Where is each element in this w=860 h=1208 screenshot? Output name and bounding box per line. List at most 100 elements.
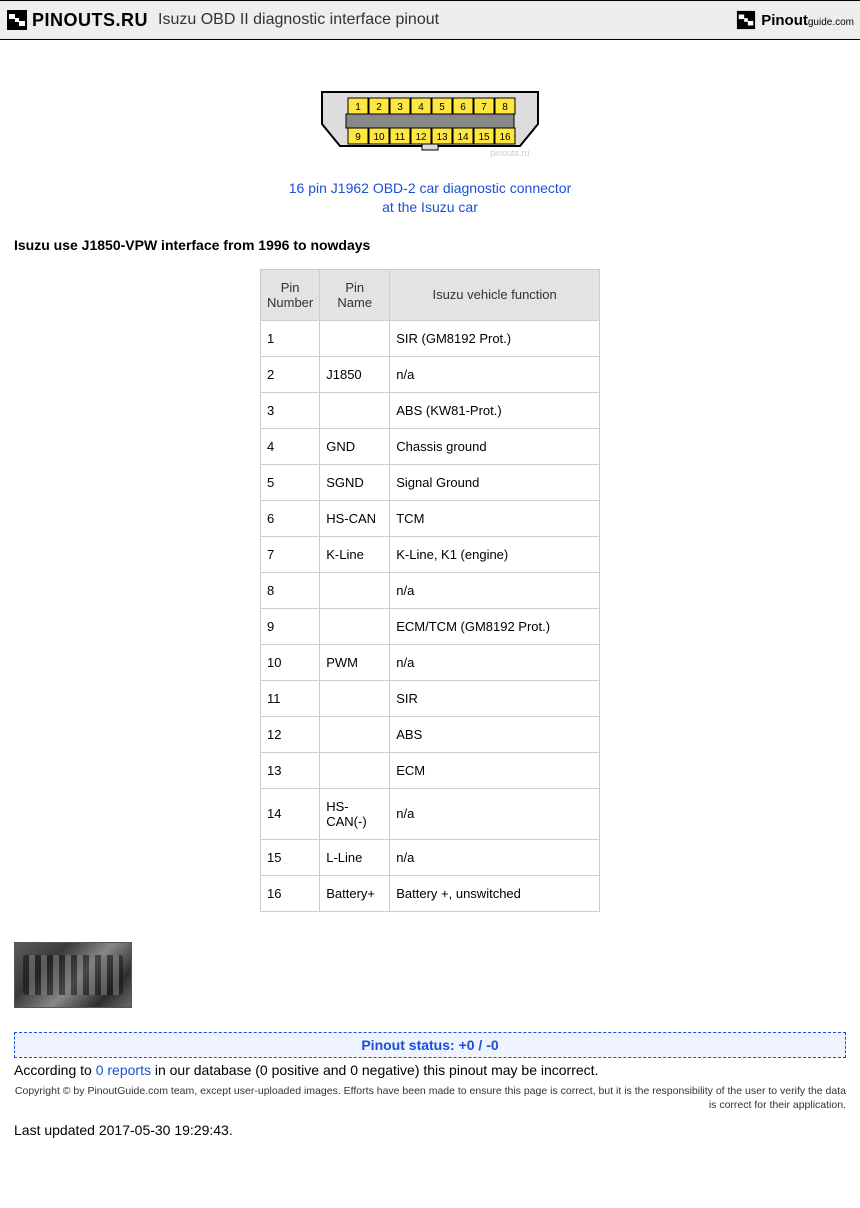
table-cell: [320, 716, 390, 752]
caption-line1: 16 pin J1962 OBD-2 car diagnostic connec…: [289, 180, 572, 196]
reports-link[interactable]: 0 reports: [96, 1062, 151, 1078]
table-row: 8 n/a: [261, 572, 600, 608]
table-row: 9 ECM/TCM (GM8192 Prot.): [261, 608, 600, 644]
table-header: Pin Name: [320, 269, 390, 320]
page-title: Isuzu OBD II diagnostic interface pinout: [158, 11, 439, 29]
table-cell: n/a: [390, 572, 600, 608]
table-cell: SGND: [320, 464, 390, 500]
caption-line2: at the Isuzu car: [382, 199, 478, 215]
pin-label: 8: [502, 102, 508, 113]
table-row: 16 Battery+Battery +, unswitched: [261, 875, 600, 911]
table-cell: ABS: [390, 716, 600, 752]
last-updated: Last updated 2017-05-30 19:29:43.: [14, 1122, 846, 1138]
table-cell: 10: [261, 644, 320, 680]
status-note-pre: According to: [14, 1062, 96, 1078]
table-cell: Battery +, unswitched: [390, 875, 600, 911]
table-cell: 14: [261, 788, 320, 839]
table-row: 1 SIR (GM8192 Prot.): [261, 320, 600, 356]
table-cell: [320, 752, 390, 788]
logo-right-text: Pinoutguide.com: [761, 12, 854, 29]
pin-label: 15: [478, 132, 490, 143]
table-cell: 6: [261, 500, 320, 536]
watermark-text: pinouts.ru: [490, 148, 530, 158]
logo-left[interactable]: PINOUTS.RU: [6, 9, 148, 31]
table-cell: 4: [261, 428, 320, 464]
pin-label: 13: [436, 132, 448, 143]
table-row: 2J1850n/a: [261, 356, 600, 392]
intro-text: Isuzu use J1850-VPW interface from 1996 …: [14, 237, 850, 253]
pin-label: 16: [499, 132, 511, 143]
table-cell: K-Line, K1 (engine): [390, 536, 600, 572]
table-cell: 9: [261, 608, 320, 644]
pin-label: 12: [415, 132, 427, 143]
table-cell: [320, 608, 390, 644]
table-row: 6HS-CANTCM: [261, 500, 600, 536]
table-cell: 16: [261, 875, 320, 911]
status-note-post: in our database (0 positive and 0 negati…: [151, 1062, 598, 1078]
connector-diagram: 12345678 910111213141516 pinouts.ru: [10, 88, 850, 169]
connector-caption[interactable]: 16 pin J1962 OBD-2 car diagnostic connec…: [10, 179, 850, 217]
table-cell: [320, 392, 390, 428]
table-cell: Chassis ground: [390, 428, 600, 464]
table-cell: 8: [261, 572, 320, 608]
table-cell: 2: [261, 356, 320, 392]
table-cell: ECM: [390, 752, 600, 788]
table-cell: n/a: [390, 644, 600, 680]
table-cell: K-Line: [320, 536, 390, 572]
table-row: 15L-Linen/a: [261, 839, 600, 875]
table-cell: 11: [261, 680, 320, 716]
pin-label: 5: [439, 102, 445, 113]
connector-icon: [735, 9, 757, 31]
table-cell: 1: [261, 320, 320, 356]
table-row: 7K-LineK-Line, K1 (engine): [261, 536, 600, 572]
pin-label: 3: [397, 102, 403, 113]
table-row: 4GND Chassis ground: [261, 428, 600, 464]
table-cell: GND: [320, 428, 390, 464]
status-note: According to 0 reports in our database (…: [14, 1062, 846, 1078]
status-bar: Pinout status: +0 / -0: [14, 1032, 846, 1058]
table-cell: SIR: [390, 680, 600, 716]
table-cell: TCM: [390, 500, 600, 536]
pin-label: 1: [355, 102, 361, 113]
table-row: 10 PWMn/a: [261, 644, 600, 680]
table-header: Isuzu vehicle function: [390, 269, 600, 320]
table-cell: L-Line: [320, 839, 390, 875]
table-cell: [320, 572, 390, 608]
table-cell: ABS (KW81-Prot.): [390, 392, 600, 428]
table-cell: ECM/TCM (GM8192 Prot.): [390, 608, 600, 644]
table-cell: Signal Ground: [390, 464, 600, 500]
content-area: 12345678 910111213141516 pinouts.ru 16 p…: [0, 40, 860, 1166]
logo-left-text: PINOUTS.RU: [32, 10, 148, 31]
pin-label: 2: [376, 102, 382, 113]
table-cell: Battery+: [320, 875, 390, 911]
table-cell: 5: [261, 464, 320, 500]
pin-label: 4: [418, 102, 424, 113]
pin-label: 9: [355, 132, 361, 143]
table-row: 12 ABS: [261, 716, 600, 752]
logo-right-sub: guide.com: [808, 17, 854, 28]
table-row: 5SGND Signal Ground: [261, 464, 600, 500]
table-cell: HS-CAN(-): [320, 788, 390, 839]
page-header: PINOUTS.RU Isuzu OBD II diagnostic inter…: [0, 0, 860, 40]
table-header: Pin Number: [261, 269, 320, 320]
logo-right[interactable]: Pinoutguide.com: [735, 9, 854, 31]
table-cell: 3: [261, 392, 320, 428]
connector-photo: [14, 942, 132, 1008]
table-cell: PWM: [320, 644, 390, 680]
table-cell: 15: [261, 839, 320, 875]
table-cell: 13: [261, 752, 320, 788]
table-cell: SIR (GM8192 Prot.): [390, 320, 600, 356]
connector-icon: [6, 9, 28, 31]
pin-label: 6: [460, 102, 466, 113]
table-cell: n/a: [390, 356, 600, 392]
table-row: 14 HS-CAN(-)n/a: [261, 788, 600, 839]
table-cell: n/a: [390, 839, 600, 875]
pin-label: 10: [373, 132, 385, 143]
table-cell: n/a: [390, 788, 600, 839]
pin-label: 7: [481, 102, 487, 113]
table-cell: [320, 320, 390, 356]
table-cell: [320, 680, 390, 716]
table-cell: 12: [261, 716, 320, 752]
table-cell: HS-CAN: [320, 500, 390, 536]
copyright-text: Copyright © by PinoutGuide.com team, exc…: [14, 1084, 846, 1112]
